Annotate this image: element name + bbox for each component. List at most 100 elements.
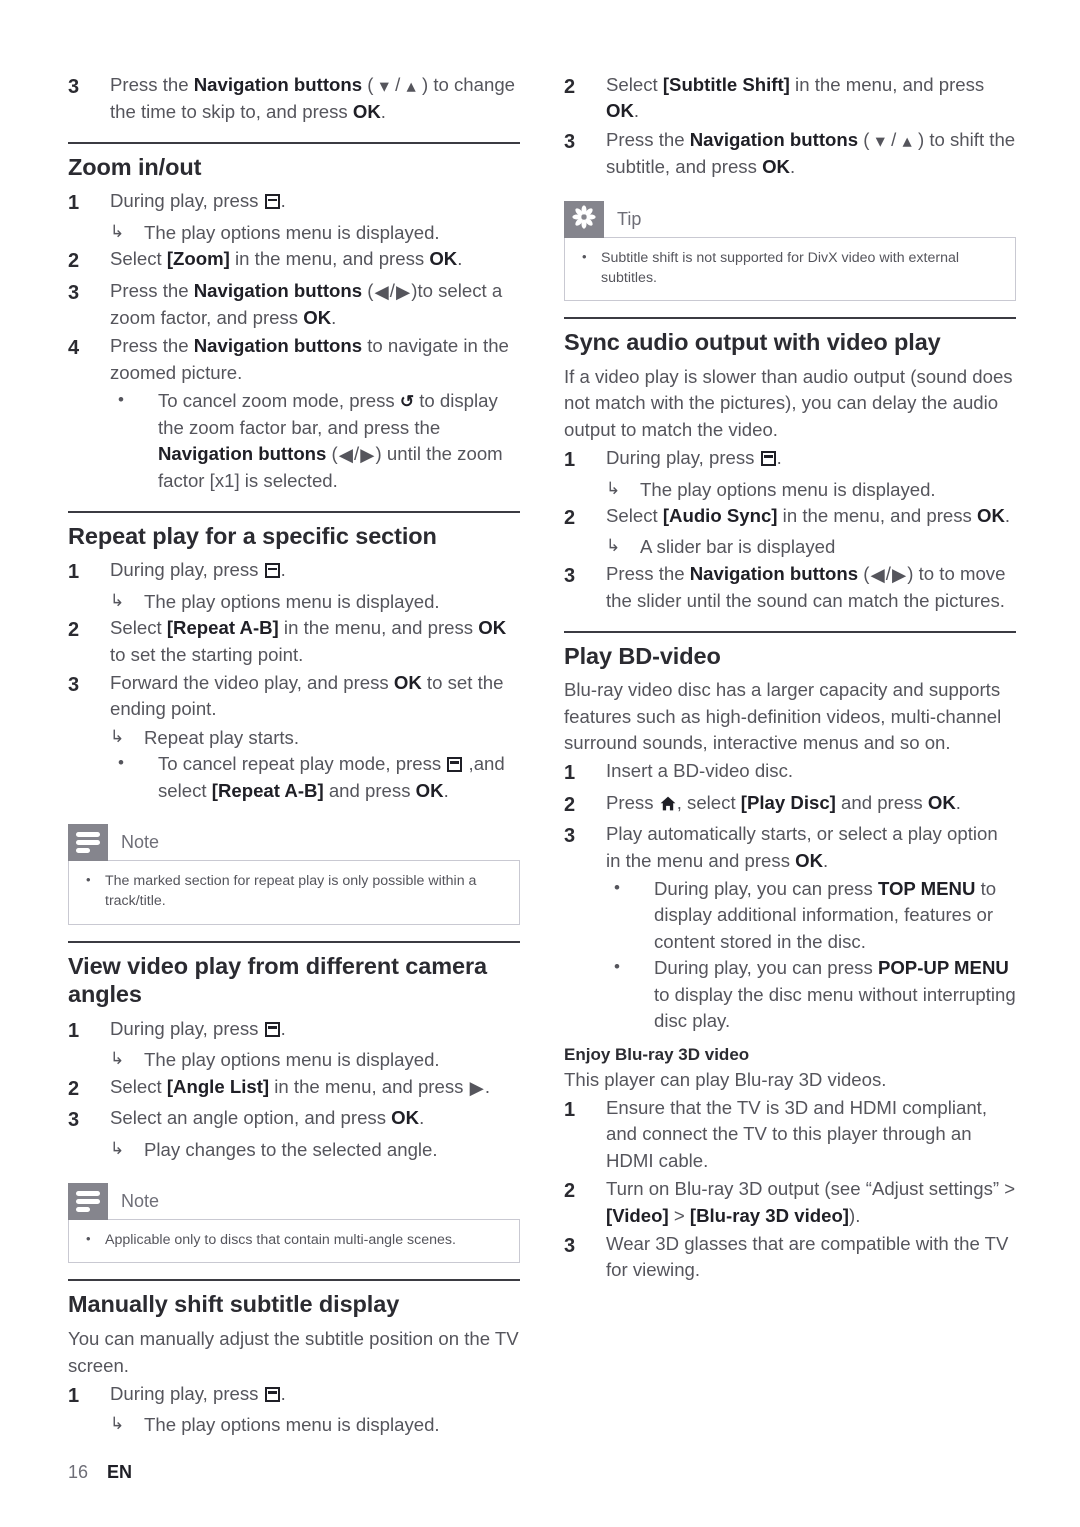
callout-icon xyxy=(68,1183,108,1221)
step-item: 2 Select [Repeat A-B] in the menu, and pr… xyxy=(68,615,520,668)
subsection-paragraph: This player can play Blu-ray 3D videos. xyxy=(564,1068,887,1090)
callout-body: • Subtitle shift is not supported for Div… xyxy=(564,236,1016,302)
step-text: Insert a BD-video disc. xyxy=(606,760,794,782)
step-number: 1 xyxy=(68,1384,80,1407)
callout-item: • Applicable only to discs that contain m… xyxy=(83,1230,505,1250)
step-text: Select an angle option, and press OK. xyxy=(110,1107,425,1129)
note-callout: Note • Applicable only to discs that conta… xyxy=(68,1183,520,1264)
section-heading: View video play from different camera an… xyxy=(68,952,488,1008)
step-text: During play, press . xyxy=(110,1018,286,1040)
result-arrow-icon: ↳ xyxy=(110,726,125,746)
right-sections-container: Sync audio output with video play If a vi… xyxy=(564,317,1016,1283)
nav-arrow-icon: ▾ xyxy=(875,129,885,151)
step-text: During play, press . xyxy=(110,1382,286,1404)
step-text: Wear 3D glasses that are compatible with… xyxy=(606,1232,1009,1281)
step-item: 4 Press the Navigation buttons to navigat… xyxy=(68,333,520,386)
options-button-icon xyxy=(264,1386,280,1402)
step-number: 1 xyxy=(564,762,576,785)
result-line: ↳ The play options menu is displayed. xyxy=(110,220,520,246)
step-text: During play, press . xyxy=(110,559,286,581)
step-item: 1 During play, press . xyxy=(68,1381,520,1410)
callout-header: Tip xyxy=(564,200,1016,238)
note-icon xyxy=(76,1188,100,1215)
step-number: 3 xyxy=(68,1109,80,1132)
back-button-icon: ↺ xyxy=(399,392,415,412)
step-text: Press , select [Play Disc] and press OK. xyxy=(606,791,961,813)
result-line: ↳ A slider bar is displayed xyxy=(606,534,1016,560)
nav-arrow-icon: ▴ xyxy=(902,129,912,151)
step-number: 3 xyxy=(68,281,80,304)
step-item: 1 Ensure that the TV is 3D and HDMI compl… xyxy=(564,1095,1016,1174)
callout-icon xyxy=(68,823,108,861)
right-top-steps-container: 2 Select [Subtitle Shift] in the menu, an… xyxy=(564,72,1016,181)
step-text: Press the Navigation buttons ( ▾ / ▴ ) t… xyxy=(606,128,1016,178)
result-arrow-icon: ↳ xyxy=(110,1414,125,1434)
step-item: 1 Insert a BD-video disc. xyxy=(564,758,1016,787)
step-number: 2 xyxy=(564,76,576,98)
sub-bullet-text: To cancel zoom mode, press ↺ to display … xyxy=(158,390,503,492)
nav-arrow-icon: ▴ xyxy=(406,75,416,96)
section-paragraph: You can manually adjust the subtitle pos… xyxy=(68,1328,519,1376)
result-text: The play options menu is displayed. xyxy=(144,590,440,612)
language-code: EN xyxy=(107,1462,133,1482)
step-number: 1 xyxy=(564,449,576,472)
step-number: 3 xyxy=(564,130,576,153)
bullet-icon: • xyxy=(614,878,620,897)
nav-arrow-icon: ▶ xyxy=(360,443,375,465)
callout-icon xyxy=(564,200,604,238)
step-item: 1 During play, press . xyxy=(564,445,1016,474)
manual-page: 3 Press the Navigation buttons ( ▾ / ▴ )… xyxy=(0,0,1080,1527)
section-paragraph: Blu-ray video disc has a larger capacity… xyxy=(564,679,1002,754)
right-column: 2 Select [Subtitle Shift] in the menu, an… xyxy=(564,72,1016,1286)
bullet-icon: • xyxy=(118,753,124,773)
step-item: 2 Press , select [Play Disc] and press OK… xyxy=(564,790,1016,819)
step-number: 3 xyxy=(68,76,80,98)
nav-arrow-icon: ▶ xyxy=(469,1076,484,1098)
options-button-icon xyxy=(264,1022,280,1038)
sub-bullet-text: During play, you can press POP-UP MENU t… xyxy=(654,957,1016,1031)
section-heading: Sync audio output with video play xyxy=(564,329,941,356)
callout-header: Note xyxy=(68,1183,520,1221)
step-item: 2 Select [Audio Sync] in the menu, and pr… xyxy=(564,503,1016,532)
options-button-icon xyxy=(447,757,463,773)
note-callout: Note • The marked section for repeat play … xyxy=(68,823,520,925)
step-number: 3 xyxy=(564,1234,576,1257)
result-text: The play options menu is displayed. xyxy=(144,221,440,243)
section-divider xyxy=(564,317,1016,320)
bullet-icon: • xyxy=(86,871,91,887)
step-item: 1 During play, press . xyxy=(68,188,520,217)
step-text: Forward the video play, and press OK to … xyxy=(110,671,504,720)
step-number: 4 xyxy=(68,337,80,360)
result-text: A slider bar is displayed xyxy=(640,536,836,558)
home-button-icon xyxy=(660,792,676,811)
step-number: 2 xyxy=(564,1180,576,1203)
options-button-icon xyxy=(264,194,280,210)
step-item: 2 Select [Zoom] in the menu, and press OK… xyxy=(68,246,520,275)
step-text: Play automatically starts, or select a p… xyxy=(606,823,998,871)
step-text: Press the Navigation buttons (◀/▶) to to… xyxy=(606,562,1006,612)
result-text: Repeat play starts. xyxy=(144,726,300,748)
result-arrow-icon: ↳ xyxy=(606,536,621,556)
step-text: Select [Repeat A-B] in the menu, and pre… xyxy=(110,617,507,665)
step-item: 2 Select [Angle List] in the menu, and pr… xyxy=(68,1074,520,1103)
result-arrow-icon: ↳ xyxy=(110,1138,125,1158)
bullet-icon: • xyxy=(614,957,620,977)
step-text: Select [Audio Sync] in the menu, and pre… xyxy=(606,505,1011,527)
step-item: 3 Select an angle option, and press OK. xyxy=(68,1105,520,1134)
sub-bullet-text: To cancel repeat play mode, press ,and s… xyxy=(158,753,505,801)
subsection-heading: Enjoy Blu-ray 3D video xyxy=(564,1045,750,1065)
step-number: 1 xyxy=(68,561,80,584)
result-text: The play options menu is displayed. xyxy=(640,478,936,500)
step-item: 1 During play, press . xyxy=(68,1016,520,1045)
page-footer: 16 EN xyxy=(68,1462,132,1483)
step-number: 3 xyxy=(68,673,80,696)
step-item: 1 During play, press . xyxy=(68,557,520,586)
step-item: 3 Press the Navigation buttons ( ▾ / ▴ ) … xyxy=(564,127,1016,181)
section-heading: Zoom in/out xyxy=(68,153,202,180)
result-arrow-icon: ↳ xyxy=(606,478,621,498)
note-icon xyxy=(76,829,100,856)
sub-bullet-item: • To cancel repeat play mode, press ,and … xyxy=(110,751,520,804)
nav-arrow-icon: ▶ xyxy=(395,280,411,302)
step-number: 2 xyxy=(68,619,80,642)
left-sections-container: Zoom in/out 1 During play, press . ↳ The pla… xyxy=(68,141,520,1439)
